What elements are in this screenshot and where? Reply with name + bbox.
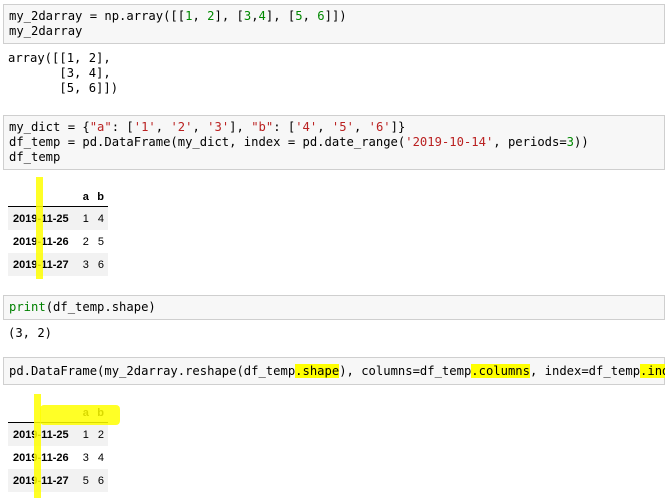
code-token: ], [: [214, 9, 244, 23]
table-cell: 2: [97, 428, 104, 441]
output-3: (3, 2): [8, 326, 52, 341]
table-row: 2019-11-25 14: [8, 206, 108, 231]
output-line: [5, 6]]): [8, 81, 119, 95]
row-index: 2019-11-25: [8, 423, 78, 447]
code-line: my_2darray: [9, 24, 347, 39]
code-cell-4[interactable]: pd.DataFrame(my_2darray.reshape(df_temp.…: [3, 357, 665, 385]
table-row: 2019-11-25 12: [8, 422, 108, 447]
code-token: '2019-10-14': [405, 135, 494, 149]
code-token: (df_temp.shape): [45, 300, 156, 314]
code-input-4[interactable]: pd.DataFrame(my_2darray.reshape(df_temp.…: [9, 364, 665, 379]
table-cell: 6: [97, 258, 104, 271]
row-index: 2019-11-25: [8, 207, 78, 231]
output-line: array([[1, 2],: [8, 51, 111, 65]
code-token: ]]): [324, 9, 347, 23]
code-token: ],: [229, 120, 252, 134]
output-line: [3, 4],: [8, 66, 111, 80]
code-token: ,: [192, 120, 208, 134]
table-row: 2019-11-26 34: [8, 446, 108, 469]
code-token: ,: [251, 9, 259, 23]
code-line: pd.DataFrame(my_2darray.reshape(df_temp.…: [9, 364, 665, 379]
code-line: df_temp: [9, 150, 589, 165]
code-token: 3: [566, 135, 575, 149]
output-1: array([[1, 2], [3, 4], [5, 6]]): [8, 51, 118, 96]
table-cell: 2: [82, 235, 89, 248]
code-line: print(df_temp.shape): [9, 300, 156, 315]
code-token: my_2darray = np.array([[: [9, 9, 186, 23]
code-token: ,: [302, 9, 318, 23]
table-row: 2019-11-27 36: [8, 253, 108, 276]
code-token: ], [: [265, 9, 296, 23]
code-line: my_2darray = np.array([[1, 2], [3,4], [5…: [9, 9, 347, 24]
highlight-marker-header: [40, 405, 120, 425]
code-token: 6: [317, 9, 325, 23]
code-token: my_dict = {: [9, 120, 90, 134]
row-index: 2019-11-26: [8, 446, 78, 469]
code-token: ,: [155, 120, 171, 134]
code-token: 5: [295, 9, 303, 23]
code-token: "b": [251, 120, 274, 134]
table-cell: 3: [82, 451, 89, 464]
code-token: ), columns=df_temp: [339, 364, 472, 378]
output-line: (3, 2): [8, 326, 53, 340]
table-cell: 1: [82, 212, 89, 225]
table-cell: 4: [97, 451, 104, 464]
table-cell: 6: [97, 474, 104, 487]
row-index: 2019-11-27: [8, 253, 78, 276]
code-token: ]}: [390, 120, 406, 134]
table-cell: 5: [97, 235, 104, 248]
row-index: 2019-11-27: [8, 469, 78, 492]
code-token: print: [9, 300, 46, 314]
dataframe-output-1: ab 2019-11-25 14 2019-11-26 25 2019-11-27 36: [8, 188, 108, 276]
row-index: 2019-11-26: [8, 230, 78, 253]
table-cell: 1: [82, 428, 89, 441]
code-token: '1': [133, 120, 156, 134]
code-token: my_2darray: [9, 24, 83, 38]
code-input-1[interactable]: my_2darray = np.array([[1, 2], [3,4], [5…: [9, 9, 347, 39]
table-cell: 5: [82, 474, 89, 487]
table-cell: 4: [97, 212, 104, 225]
code-token: : [: [111, 120, 134, 134]
code-token: pd.DataFrame(my_2darray.reshape(df_temp: [9, 364, 296, 378]
code-input-2[interactable]: my_dict = {"a": ['1', '2', '3'], "b": ['…: [9, 120, 589, 165]
code-token: '4': [295, 120, 318, 134]
code-token: df_temp = pd.DataFrame(my_dict, index = …: [9, 135, 406, 149]
code-cell-2[interactable]: my_dict = {"a": ['1', '2', '3'], "b": ['…: [3, 115, 665, 170]
code-token: , periods=: [493, 135, 567, 149]
code-token: ,: [353, 120, 369, 134]
code-input-3[interactable]: print(df_temp.shape): [9, 300, 156, 315]
code-token: '6': [368, 120, 391, 134]
table-cell: 3: [82, 258, 89, 271]
code-token: )): [574, 135, 589, 149]
table-row: 2019-11-26 25: [8, 230, 108, 253]
column-header: b: [92, 188, 108, 207]
code-cell-1[interactable]: my_2darray = np.array([[1, 2], [3,4], [5…: [3, 4, 665, 44]
code-token: 4: [258, 9, 266, 23]
code-line: df_temp = pd.DataFrame(my_dict, index = …: [9, 135, 589, 150]
highlighted-token: .index: [640, 364, 665, 378]
code-cell-3[interactable]: print(df_temp.shape): [3, 295, 665, 320]
highlighted-token: .shape: [295, 364, 340, 378]
index-header: [8, 188, 79, 207]
code-token: df_temp: [9, 150, 61, 164]
code-token: '3': [207, 120, 230, 134]
column-header: a: [78, 188, 93, 207]
code-token: ,: [317, 120, 332, 134]
code-token: '2': [170, 120, 193, 134]
table-row: 2019-11-27 56: [8, 469, 108, 492]
code-token: "a": [89, 120, 112, 134]
code-token: '5': [331, 120, 354, 134]
code-token: : [: [273, 120, 296, 134]
code-token: , index=df_temp: [529, 364, 641, 378]
code-token: ,: [192, 9, 208, 23]
highlight-marker-vertical-1: [36, 177, 43, 279]
code-line: my_dict = {"a": ['1', '2', '3'], "b": ['…: [9, 120, 589, 135]
highlighted-token: .columns: [471, 364, 530, 378]
